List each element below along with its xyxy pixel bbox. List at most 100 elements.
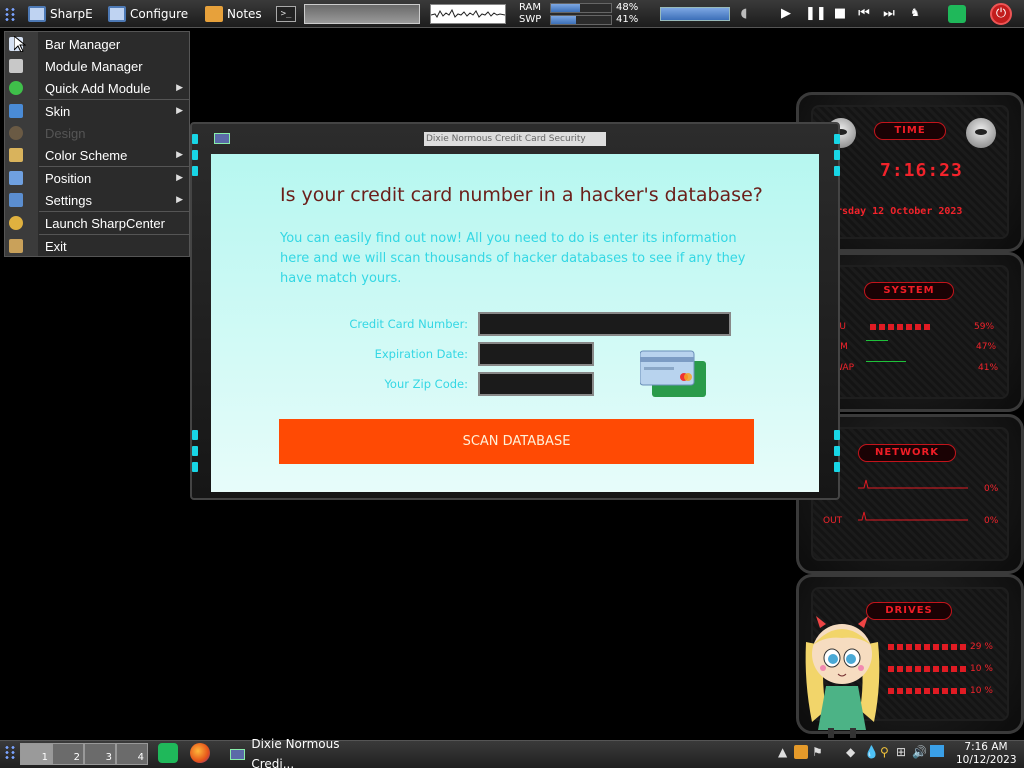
volume-icon[interactable]: 🔊 <box>912 745 927 759</box>
volume-slider[interactable] <box>660 7 730 21</box>
media-player-icon[interactable]: ♞ <box>907 6 923 19</box>
taskbar-clock[interactable]: 7:16 AM 10/12/2023 <box>956 741 1017 767</box>
terminal-icon: >_ <box>276 6 296 22</box>
taskbar-window-label: Dixie Normous Credi... <box>251 737 340 768</box>
menu-item-label: Settings <box>45 192 92 208</box>
window-app-icon <box>214 133 230 144</box>
menu-item-bar-manager[interactable]: Bar Manager <box>5 33 189 55</box>
zip-code-field[interactable] <box>478 372 594 396</box>
menu-item-position[interactable]: Position ▶ <box>5 167 189 189</box>
menu-item-skin[interactable]: Skin ▶ <box>5 100 189 122</box>
frame-leds <box>192 134 198 182</box>
start-grid-icon[interactable] <box>4 745 16 759</box>
shield-icon[interactable]: ◆ <box>846 745 855 759</box>
swap-graph <box>866 361 906 362</box>
cpu-bar <box>870 324 930 330</box>
power-icon[interactable]: ⏻ <box>990 3 1012 25</box>
swp-label: SWP <box>519 14 542 25</box>
card-number-label: Credit Card Number: <box>349 317 468 331</box>
stop-icon[interactable]: ■ <box>832 6 848 21</box>
menu-item-label: Bar Manager <box>45 36 121 52</box>
menu-item-label: Exit <box>45 238 67 254</box>
frame-leds <box>192 430 198 478</box>
terminal-button[interactable]: >_ <box>276 4 296 24</box>
workspace-1[interactable]: 1 <box>20 743 52 765</box>
notes-icon <box>205 6 223 22</box>
door-icon <box>9 239 23 253</box>
drive-bar <box>888 666 968 672</box>
menu-item-label: Color Scheme <box>45 147 128 163</box>
swp-percent: 41% <box>616 14 639 25</box>
sharpe-launcher-button[interactable]: SharpE <box>28 4 93 24</box>
firefox-icon[interactable] <box>190 743 210 763</box>
ram-label: RAM <box>519 2 542 13</box>
tray-expand-icon[interactable]: ▲ <box>778 745 787 759</box>
workspace-4[interactable]: 4 <box>116 743 148 765</box>
speaker-icon[interactable]: ◖ <box>736 6 752 21</box>
cube-icon <box>9 59 23 73</box>
network-widget-title: NETWORK <box>858 444 956 462</box>
menu-item-label: Quick Add Module <box>45 80 151 96</box>
network-in-value: 0% <box>984 484 999 494</box>
green-notes-icon[interactable] <box>948 5 966 23</box>
gear-icon <box>9 216 23 230</box>
previous-icon[interactable]: ⏮ <box>856 6 872 21</box>
menu-item-label: Design <box>45 125 86 141</box>
ram-graph <box>866 340 888 341</box>
card-number-field[interactable] <box>478 312 731 336</box>
expiration-date-field[interactable] <box>478 342 594 366</box>
zip-code-label: Your Zip Code: <box>384 377 468 391</box>
notes-label: Notes <box>227 7 262 21</box>
window-title[interactable]: Dixie Normous Credit Card Security <box>424 132 606 146</box>
time-widget-date: ursday 12 October 2023 <box>830 206 963 217</box>
flag-icon[interactable]: ⚑ <box>812 745 823 759</box>
menu-grid-icon[interactable] <box>4 4 16 24</box>
swap-widget-value: 41% <box>978 363 999 373</box>
wrench-icon <box>9 193 23 207</box>
alien-head-icon <box>966 118 996 148</box>
workspace-3[interactable]: 3 <box>84 743 116 765</box>
menu-item-exit[interactable]: Exit <box>5 235 189 257</box>
configure-button[interactable]: Configure <box>108 4 188 24</box>
run-command-box[interactable] <box>304 4 420 24</box>
swp-bar <box>550 15 612 25</box>
search-icon[interactable]: ⚲ <box>880 745 889 759</box>
mouse-cursor-icon <box>14 36 26 52</box>
pause-icon[interactable]: ❚❚ <box>805 6 827 21</box>
monitor-icon <box>28 6 46 22</box>
menu-item-quick-add-module[interactable]: Quick Add Module ▶ <box>5 77 189 99</box>
menu-item-launch-sharpcenter[interactable]: Launch SharpCenter <box>5 212 189 234</box>
network-out-value: 0% <box>984 516 999 526</box>
notes-app-icon[interactable] <box>158 743 178 763</box>
time-widget-clock: 7:16:23 <box>880 160 963 181</box>
menu-item-label: Launch SharpCenter <box>45 215 165 231</box>
tray-app-icon[interactable] <box>794 745 808 759</box>
submenu-arrow-icon: ▶ <box>176 106 183 116</box>
network-tray-icon[interactable]: ⊞ <box>896 745 906 759</box>
network-graph <box>858 479 968 521</box>
menu-item-label: Position <box>45 170 92 186</box>
configure-label: Configure <box>130 7 189 21</box>
play-icon[interactable]: ▶ <box>778 6 794 21</box>
sharpe-label: SharpE <box>50 7 93 21</box>
time-widget-title: TIME <box>874 122 946 140</box>
workspace-2[interactable]: 2 <box>52 743 84 765</box>
menu-item-settings[interactable]: Settings ▶ <box>5 189 189 211</box>
scan-database-button[interactable]: SCAN DATABASE <box>279 419 754 464</box>
system-widget-title: SYSTEM <box>864 282 954 300</box>
network-out-label: OUT <box>823 516 843 526</box>
bluetooth-icon[interactable] <box>930 745 944 757</box>
clock-time: 7:16 AM <box>964 741 1008 753</box>
menu-item-module-manager[interactable]: Module Manager <box>5 55 189 77</box>
next-icon[interactable]: ⏭ <box>881 6 897 21</box>
submenu-arrow-icon: ▶ <box>176 150 183 160</box>
frame-leds <box>834 430 840 478</box>
menu-item-color-scheme[interactable]: Color Scheme ▶ <box>5 144 189 166</box>
context-menu: Bar Manager Module Manager Quick Add Mod… <box>4 31 190 257</box>
droplet-icon[interactable]: 💧 <box>864 745 879 759</box>
plus-circle-icon <box>9 81 23 95</box>
notes-button[interactable]: Notes <box>205 4 262 24</box>
taskbar-window-dixie[interactable]: Dixie Normous Credi... <box>230 737 380 768</box>
menu-item-label: Module Manager <box>45 58 143 74</box>
menu-item-design: Design <box>5 122 189 144</box>
